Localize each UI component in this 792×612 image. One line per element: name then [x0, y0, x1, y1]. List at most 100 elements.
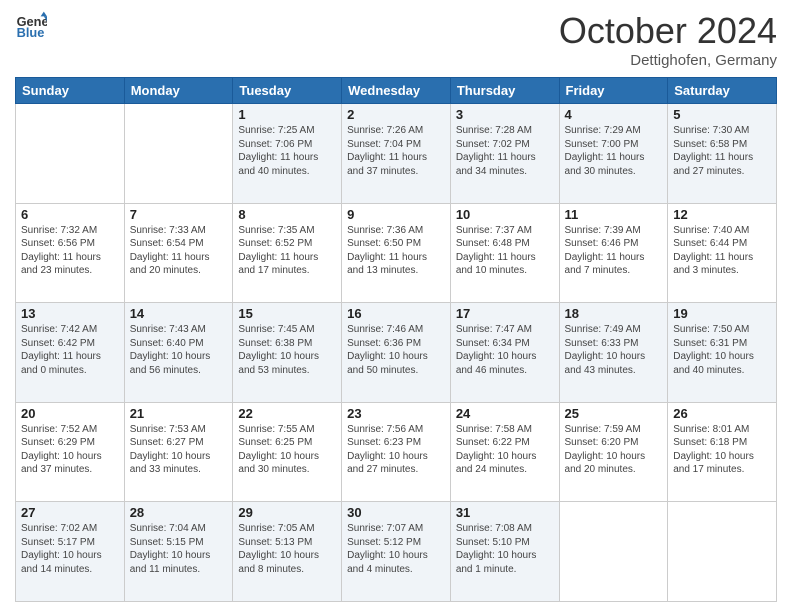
cell-info: Sunrise: 7:08 AM Sunset: 5:10 PM Dayligh… [456, 522, 554, 576]
cell-info: Sunrise: 8:01 AM Sunset: 6:18 PM Dayligh… [673, 423, 771, 477]
calendar-row: 13Sunrise: 7:42 AM Sunset: 6:42 PM Dayli… [16, 303, 777, 403]
table-cell: 14 Sunrise: 7:43 AM Sunset: 6:40 PM Dayli… [124, 303, 233, 403]
cell-info: Sunrise: 7:43 AM Sunset: 6:40 PM Dayligh… [130, 323, 228, 377]
table-cell: 30 Sunrise: 7:07 AM Sunset: 5:12 PM Dayli… [342, 502, 451, 602]
cell-info: Sunrise: 7:35 AM Sunset: 6:52 PM Dayligh… [238, 224, 336, 278]
cell-info: Sunrise: 7:58 AM Sunset: 6:22 PM Dayligh… [456, 423, 554, 477]
col-monday: Monday [124, 78, 233, 104]
table-cell: 31 Sunrise: 7:08 AM Sunset: 5:10 PM Dayli… [450, 502, 559, 602]
col-friday: Friday [559, 78, 668, 104]
cell-info: Sunrise: 7:59 AM Sunset: 6:20 PM Dayligh… [565, 423, 663, 477]
cell-info: Sunrise: 7:55 AM Sunset: 6:25 PM Dayligh… [238, 423, 336, 477]
table-cell [668, 502, 777, 602]
cell-info: Sunrise: 7:36 AM Sunset: 6:50 PM Dayligh… [347, 224, 445, 278]
cell-info: Sunrise: 7:04 AM Sunset: 5:15 PM Dayligh… [130, 522, 228, 576]
cell-day-number: 4 [565, 107, 663, 122]
cell-day-number: 26 [673, 406, 771, 421]
cell-day-number: 25 [565, 406, 663, 421]
location: Dettighofen, Germany [559, 52, 777, 69]
cell-day-number: 29 [238, 505, 336, 520]
table-cell: 20Sunrise: 7:52 AM Sunset: 6:29 PM Dayli… [16, 402, 125, 502]
calendar-table: Sunday Monday Tuesday Wednesday Thursday… [15, 77, 777, 602]
cell-info: Sunrise: 7:53 AM Sunset: 6:27 PM Dayligh… [130, 423, 228, 477]
cell-day-number: 2 [347, 107, 445, 122]
cell-day-number: 8 [238, 207, 336, 222]
table-cell [124, 104, 233, 204]
col-tuesday: Tuesday [233, 78, 342, 104]
table-cell: 17 Sunrise: 7:47 AM Sunset: 6:34 PM Dayli… [450, 303, 559, 403]
cell-day-number: 9 [347, 207, 445, 222]
table-cell: 10Sunrise: 7:37 AM Sunset: 6:48 PM Dayli… [450, 203, 559, 303]
table-cell: 4 Sunrise: 7:29 AM Sunset: 7:00 PM Daylig… [559, 104, 668, 204]
table-cell: 19 Sunrise: 7:50 AM Sunset: 6:31 PM Dayli… [668, 303, 777, 403]
cell-day-number: 6 [21, 207, 119, 222]
cell-info: Sunrise: 7:05 AM Sunset: 5:13 PM Dayligh… [238, 522, 336, 576]
cell-day-number: 20 [21, 406, 119, 421]
col-saturday: Saturday [668, 78, 777, 104]
calendar-row: 20Sunrise: 7:52 AM Sunset: 6:29 PM Dayli… [16, 402, 777, 502]
cell-info: Sunrise: 7:45 AM Sunset: 6:38 PM Dayligh… [238, 323, 336, 377]
table-cell: 22 Sunrise: 7:55 AM Sunset: 6:25 PM Dayli… [233, 402, 342, 502]
table-cell: 6 Sunrise: 7:32 AM Sunset: 6:56 PM Daylig… [16, 203, 125, 303]
table-cell: 26 Sunrise: 8:01 AM Sunset: 6:18 PM Dayli… [668, 402, 777, 502]
cell-info: Sunrise: 7:28 AM Sunset: 7:02 PM Dayligh… [456, 124, 554, 178]
logo: General Blue [15, 10, 47, 42]
header-row: Sunday Monday Tuesday Wednesday Thursday… [16, 78, 777, 104]
table-cell: 29 Sunrise: 7:05 AM Sunset: 5:13 PM Dayli… [233, 502, 342, 602]
cell-info: Sunrise: 7:50 AM Sunset: 6:31 PM Dayligh… [673, 323, 771, 377]
cell-day-number: 19 [673, 306, 771, 321]
cell-day-number: 16 [347, 306, 445, 321]
calendar-row: 27 Sunrise: 7:02 AM Sunset: 5:17 PM Dayli… [16, 502, 777, 602]
cell-info: Sunrise: 7:07 AM Sunset: 5:12 PM Dayligh… [347, 522, 445, 576]
header: General Blue October 2024 Dettighofen, G… [15, 10, 777, 69]
cell-day-number: 15 [238, 306, 336, 321]
table-cell: 13Sunrise: 7:42 AM Sunset: 6:42 PM Dayli… [16, 303, 125, 403]
cell-day-number: 30 [347, 505, 445, 520]
cell-day-number: 27 [21, 505, 119, 520]
cell-day-number: 24 [456, 406, 554, 421]
table-cell: 5 Sunrise: 7:30 AM Sunset: 6:58 PM Daylig… [668, 104, 777, 204]
cell-info: Sunrise: 7:37 AM Sunset: 6:48 PM Dayligh… [456, 224, 554, 278]
col-thursday: Thursday [450, 78, 559, 104]
cell-day-number: 17 [456, 306, 554, 321]
cell-day-number: 12 [673, 207, 771, 222]
cell-day-number: 31 [456, 505, 554, 520]
cell-day-number: 14 [130, 306, 228, 321]
cell-day-number: 11 [565, 207, 663, 222]
table-cell: 2 Sunrise: 7:26 AM Sunset: 7:04 PM Daylig… [342, 104, 451, 204]
cell-info: Sunrise: 7:02 AM Sunset: 5:17 PM Dayligh… [21, 522, 119, 576]
page: General Blue October 2024 Dettighofen, G… [0, 0, 792, 612]
table-cell: 8 Sunrise: 7:35 AM Sunset: 6:52 PM Daylig… [233, 203, 342, 303]
cell-day-number: 3 [456, 107, 554, 122]
cell-day-number: 21 [130, 406, 228, 421]
table-cell: 18Sunrise: 7:49 AM Sunset: 6:33 PM Dayli… [559, 303, 668, 403]
table-cell: 7Sunrise: 7:33 AM Sunset: 6:54 PM Daylig… [124, 203, 233, 303]
cell-day-number: 13 [21, 306, 119, 321]
table-cell: 23Sunrise: 7:56 AM Sunset: 6:23 PM Dayli… [342, 402, 451, 502]
calendar-row: 1Sunrise: 7:25 AM Sunset: 7:06 PM Daylig… [16, 104, 777, 204]
table-cell [559, 502, 668, 602]
table-cell: 16Sunrise: 7:46 AM Sunset: 6:36 PM Dayli… [342, 303, 451, 403]
cell-info: Sunrise: 7:30 AM Sunset: 6:58 PM Dayligh… [673, 124, 771, 178]
table-cell: 12 Sunrise: 7:40 AM Sunset: 6:44 PM Dayli… [668, 203, 777, 303]
svg-text:Blue: Blue [17, 25, 45, 40]
cell-day-number: 28 [130, 505, 228, 520]
cell-info: Sunrise: 7:32 AM Sunset: 6:56 PM Dayligh… [21, 224, 119, 278]
title-block: October 2024 Dettighofen, Germany [559, 10, 777, 69]
cell-info: Sunrise: 7:47 AM Sunset: 6:34 PM Dayligh… [456, 323, 554, 377]
cell-info: Sunrise: 7:39 AM Sunset: 6:46 PM Dayligh… [565, 224, 663, 278]
cell-info: Sunrise: 7:26 AM Sunset: 7:04 PM Dayligh… [347, 124, 445, 178]
table-cell: 21 Sunrise: 7:53 AM Sunset: 6:27 PM Dayli… [124, 402, 233, 502]
logo-icon: General Blue [15, 10, 47, 42]
cell-info: Sunrise: 7:25 AM Sunset: 7:06 PM Dayligh… [238, 124, 336, 178]
table-cell: 25 Sunrise: 7:59 AM Sunset: 6:20 PM Dayli… [559, 402, 668, 502]
cell-info: Sunrise: 7:29 AM Sunset: 7:00 PM Dayligh… [565, 124, 663, 178]
table-cell: 15 Sunrise: 7:45 AM Sunset: 6:38 PM Dayli… [233, 303, 342, 403]
cell-info: Sunrise: 7:40 AM Sunset: 6:44 PM Dayligh… [673, 224, 771, 278]
table-cell: 3 Sunrise: 7:28 AM Sunset: 7:02 PM Daylig… [450, 104, 559, 204]
cell-day-number: 5 [673, 107, 771, 122]
calendar-row: 6 Sunrise: 7:32 AM Sunset: 6:56 PM Daylig… [16, 203, 777, 303]
cell-info: Sunrise: 7:49 AM Sunset: 6:33 PM Dayligh… [565, 323, 663, 377]
cell-day-number: 22 [238, 406, 336, 421]
col-wednesday: Wednesday [342, 78, 451, 104]
